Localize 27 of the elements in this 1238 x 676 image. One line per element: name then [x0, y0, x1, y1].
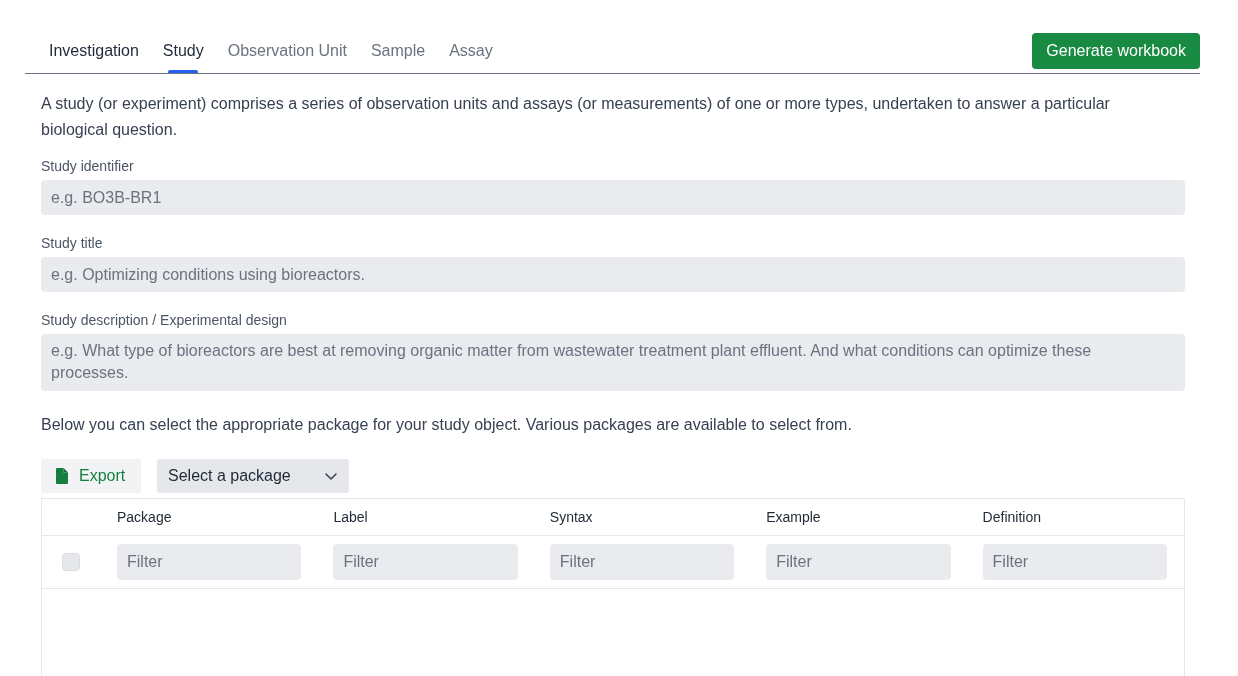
study-description-text: A study (or experiment) comprises a series of observation units and assays (or measurements) of one or more types, undertaken to answer a particular biological question.	[41, 94, 1111, 140]
filter-field[interactable]: Filter	[333, 544, 518, 580]
filter-field[interactable]: Filter	[117, 544, 302, 580]
select-all-checkbox[interactable]	[62, 553, 80, 571]
field-label: Study title	[41, 234, 104, 253]
chevron-down-icon	[325, 472, 337, 480]
selected-tab-indicator	[168, 70, 199, 73]
export-button[interactable]: Export	[41, 459, 141, 493]
document-icon	[56, 468, 68, 484]
package-dropdown[interactable]: Select a package	[157, 459, 349, 493]
filter-field[interactable]: Filter	[549, 544, 735, 580]
textarea-field[interactable]: e.g. What type of bioreactors are best at removing organic matter from wastewater treatment plant effluent. And what conditions can optimize these processes.	[41, 334, 1185, 391]
generate-workbook-button[interactable]: Generate workbook	[1032, 33, 1200, 69]
field-label: Study identifier	[41, 157, 135, 176]
filter-field[interactable]: Filter	[982, 544, 1167, 580]
column-header: Syntax	[549, 507, 593, 527]
input-field[interactable]: e.g. Optimizing conditions using bioreactors.	[41, 257, 1185, 292]
field-label: Study description / Experimental design	[41, 311, 288, 330]
column-header: Package	[117, 507, 172, 527]
column-header: Definition	[982, 507, 1041, 527]
package-note-text: Below you can select the appropriate package for your study object. Various packages are available to select from.	[41, 415, 853, 435]
filter-field[interactable]: Filter	[766, 544, 951, 580]
column-header: Label	[333, 507, 368, 527]
column-header: Example	[766, 507, 821, 527]
tab[interactable]: Study	[162, 39, 204, 73]
input-field[interactable]: e.g. BO3B-BR1	[41, 180, 1185, 215]
tab[interactable]: Investigation	[49, 39, 139, 73]
